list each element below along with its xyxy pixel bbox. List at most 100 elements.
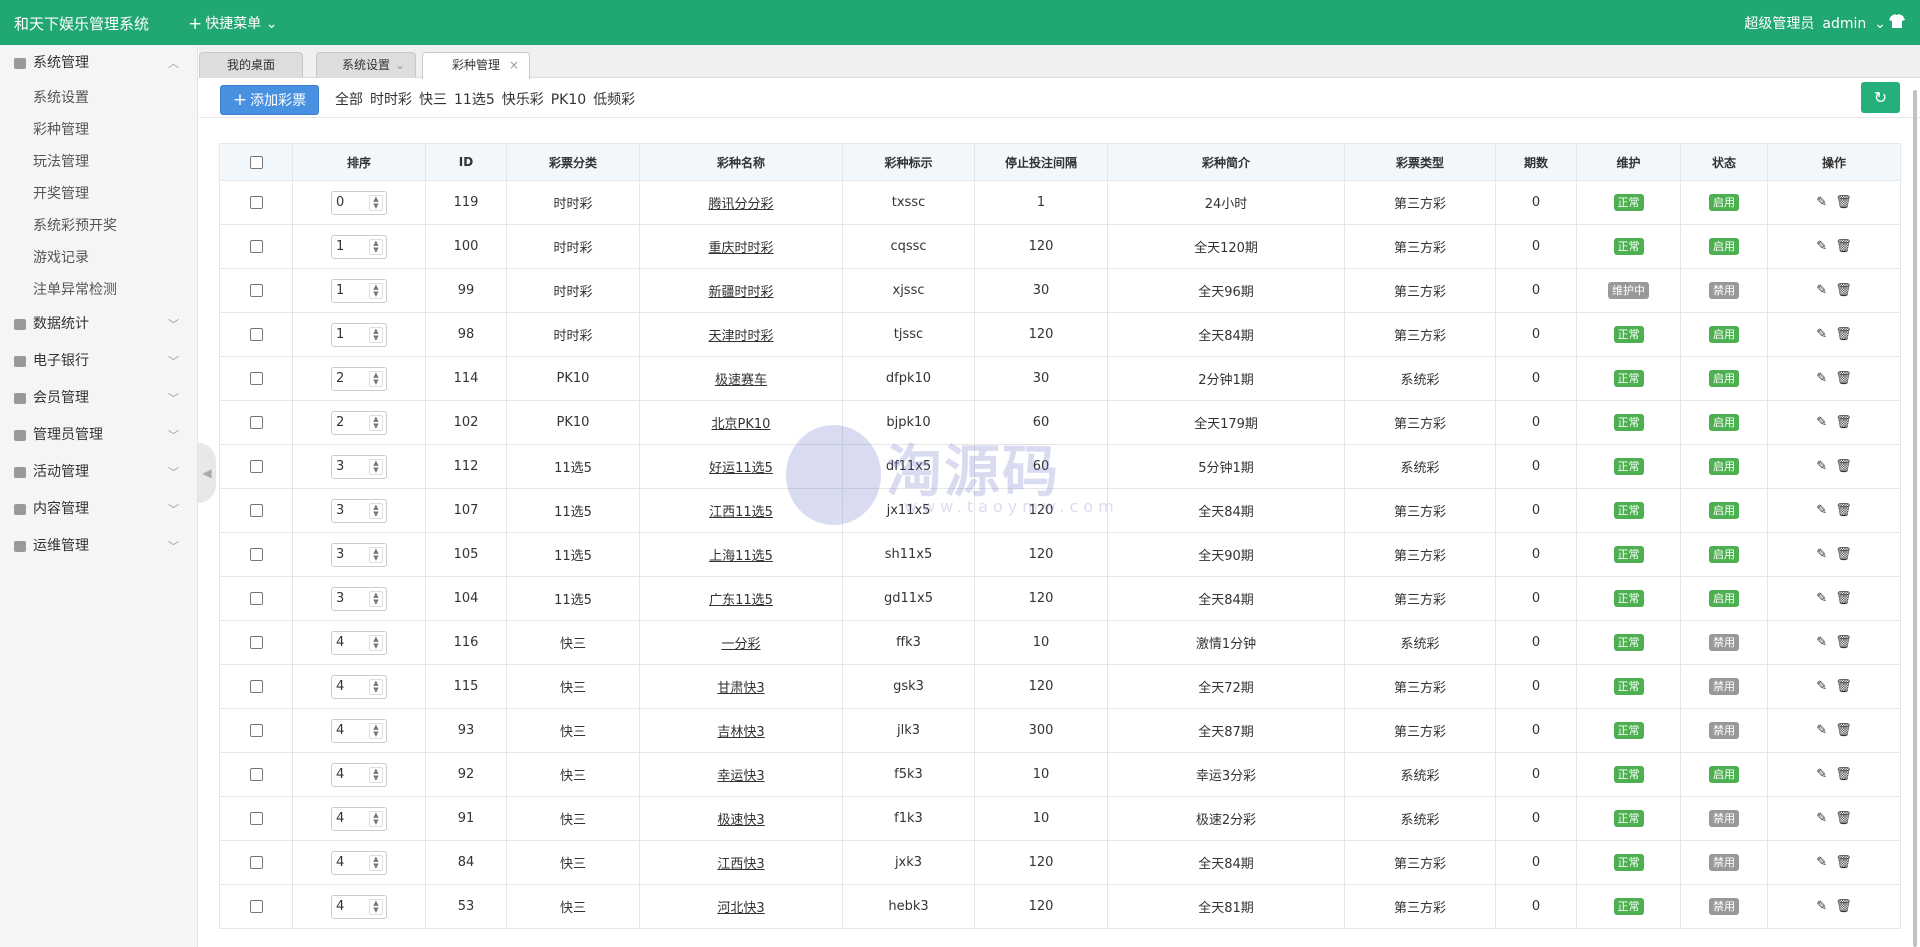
trash-icon[interactable]: 🗑 xyxy=(1835,723,1852,738)
refresh-button[interactable]: ↻ xyxy=(1861,82,1900,113)
stepper-arrows-icon[interactable]: ▲ ▼ xyxy=(369,854,383,871)
sort-stepper[interactable]: 4 ▲ ▼ xyxy=(331,850,387,875)
status-badge[interactable]: 启用 xyxy=(1709,546,1739,563)
filter-link[interactable]: 全部 xyxy=(335,92,363,108)
lottery-name-link[interactable]: 极速赛车 xyxy=(715,373,767,388)
maintenance-badge[interactable]: 正常 xyxy=(1613,370,1644,387)
trash-icon[interactable]: 🗑 xyxy=(1835,459,1852,474)
sidebar-group[interactable]: 会员管理 ﹀ xyxy=(0,380,197,417)
sort-stepper[interactable]: 4 ▲ ▼ xyxy=(331,894,387,919)
lottery-name-link[interactable]: 一分彩 xyxy=(721,637,760,652)
edit-icon[interactable]: ✎ xyxy=(1816,547,1827,562)
edit-icon[interactable]: ✎ xyxy=(1816,327,1827,342)
sidebar-item[interactable]: 彩种管理 xyxy=(0,114,197,146)
lottery-name-link[interactable]: 腾讯分分彩 xyxy=(708,197,773,212)
sort-stepper[interactable]: 4 ▲ ▼ xyxy=(331,806,387,831)
stepper-arrows-icon[interactable]: ▲ ▼ xyxy=(369,502,383,519)
maintenance-badge[interactable]: 正常 xyxy=(1613,326,1644,343)
sidebar-group[interactable]: 电子银行 ﹀ xyxy=(0,343,197,380)
edit-icon[interactable]: ✎ xyxy=(1816,195,1827,210)
sidebar-group[interactable]: 数据统计 ﹀ xyxy=(0,306,197,343)
sidebar-item[interactable]: 系统彩预开奖 xyxy=(0,210,197,242)
user-menu[interactable]: 超级管理员 admin ⌄ xyxy=(1736,13,1886,33)
scrollbar[interactable] xyxy=(1913,90,1917,947)
row-checkbox[interactable] xyxy=(249,724,263,737)
close-icon[interactable]: × xyxy=(509,53,519,78)
status-badge[interactable]: 启用 xyxy=(1709,414,1739,431)
skin-icon[interactable] xyxy=(1888,12,1906,30)
sidebar-item[interactable]: 系统设置 xyxy=(0,82,197,114)
tab-lottery-management[interactable]: 彩种管理 × xyxy=(422,52,530,79)
row-checkbox[interactable] xyxy=(249,680,263,693)
trash-icon[interactable]: 🗑 xyxy=(1835,327,1852,342)
edit-icon[interactable]: ✎ xyxy=(1816,459,1827,474)
sidebar-group[interactable]: 管理员管理 ﹀ xyxy=(0,417,197,454)
sort-stepper[interactable]: 3 ▲ ▼ xyxy=(331,542,387,567)
lottery-name-link[interactable]: 重庆时时彩 xyxy=(708,241,773,256)
sidebar-group[interactable]: 系统管理 ︿ xyxy=(0,45,197,82)
maintenance-badge[interactable]: 正常 xyxy=(1613,678,1644,695)
tab-system-settings[interactable]: 系统设置 ⌄ xyxy=(316,52,416,78)
status-badge[interactable]: 禁用 xyxy=(1709,282,1739,299)
status-badge[interactable]: 禁用 xyxy=(1709,678,1739,695)
sort-stepper[interactable]: 4 ▲ ▼ xyxy=(331,762,387,787)
status-badge[interactable]: 禁用 xyxy=(1709,810,1739,827)
trash-icon[interactable]: 🗑 xyxy=(1835,679,1852,694)
edit-icon[interactable]: ✎ xyxy=(1816,239,1827,254)
row-checkbox[interactable] xyxy=(249,900,263,913)
status-badge[interactable]: 启用 xyxy=(1709,326,1739,343)
row-checkbox[interactable] xyxy=(249,460,263,473)
trash-icon[interactable]: 🗑 xyxy=(1835,283,1852,298)
filter-link[interactable]: 11选5 xyxy=(454,92,495,108)
lottery-name-link[interactable]: 极速快3 xyxy=(717,813,764,828)
lottery-name-link[interactable]: 江西快3 xyxy=(717,857,764,872)
row-checkbox[interactable] xyxy=(249,592,263,605)
sidebar-item[interactable]: 注单异常检测 xyxy=(0,274,197,306)
edit-icon[interactable]: ✎ xyxy=(1816,371,1827,386)
maintenance-badge[interactable]: 正常 xyxy=(1613,766,1644,783)
status-badge[interactable]: 启用 xyxy=(1709,458,1739,475)
select-all-checkbox[interactable] xyxy=(249,156,263,169)
maintenance-badge[interactable]: 正常 xyxy=(1613,854,1644,871)
sort-stepper[interactable]: 3 ▲ ▼ xyxy=(331,454,387,479)
maintenance-badge[interactable]: 正常 xyxy=(1613,546,1644,563)
lottery-name-link[interactable]: 好运11选5 xyxy=(709,461,773,476)
edit-icon[interactable]: ✎ xyxy=(1816,415,1827,430)
sidebar-group[interactable]: 活动管理 ﹀ xyxy=(0,454,197,491)
row-checkbox[interactable] xyxy=(249,416,263,429)
maintenance-badge[interactable]: 正常 xyxy=(1613,414,1644,431)
status-badge[interactable]: 启用 xyxy=(1709,590,1739,607)
trash-icon[interactable]: 🗑 xyxy=(1835,415,1852,430)
lottery-name-link[interactable]: 吉林快3 xyxy=(717,725,764,740)
row-checkbox[interactable] xyxy=(249,240,263,253)
status-badge[interactable]: 禁用 xyxy=(1709,854,1739,871)
row-checkbox[interactable] xyxy=(249,812,263,825)
trash-icon[interactable]: 🗑 xyxy=(1835,855,1852,870)
maintenance-badge[interactable]: 维护中 xyxy=(1608,282,1649,299)
lottery-name-link[interactable]: 江西11选5 xyxy=(709,505,773,520)
sidebar-collapse-handle[interactable]: ◀ xyxy=(198,443,216,503)
sidebar-group[interactable]: 内容管理 ﹀ xyxy=(0,491,197,528)
maintenance-badge[interactable]: 正常 xyxy=(1613,634,1644,651)
stepper-arrows-icon[interactable]: ▲ ▼ xyxy=(369,194,383,211)
trash-icon[interactable]: 🗑 xyxy=(1835,547,1852,562)
row-checkbox[interactable] xyxy=(249,328,263,341)
sort-stepper[interactable]: 1 ▲ ▼ xyxy=(331,278,387,303)
maintenance-badge[interactable]: 正常 xyxy=(1613,722,1644,739)
stepper-arrows-icon[interactable]: ▲ ▼ xyxy=(369,898,383,915)
sidebar-item[interactable]: 开奖管理 xyxy=(0,178,197,210)
lottery-name-link[interactable]: 河北快3 xyxy=(717,901,764,916)
sidebar-item[interactable]: 玩法管理 xyxy=(0,146,197,178)
maintenance-badge[interactable]: 正常 xyxy=(1613,502,1644,519)
maintenance-badge[interactable]: 正常 xyxy=(1613,194,1644,211)
edit-icon[interactable]: ✎ xyxy=(1816,679,1827,694)
quick-menu-button[interactable]: + 快捷菜单 ⌄ xyxy=(188,13,277,34)
stepper-arrows-icon[interactable]: ▲ ▼ xyxy=(369,590,383,607)
edit-icon[interactable]: ✎ xyxy=(1816,855,1827,870)
maintenance-badge[interactable]: 正常 xyxy=(1613,458,1644,475)
sort-stepper[interactable]: 1 ▲ ▼ xyxy=(331,234,387,259)
sort-stepper[interactable]: 4 ▲ ▼ xyxy=(331,630,387,655)
trash-icon[interactable]: 🗑 xyxy=(1835,635,1852,650)
stepper-arrows-icon[interactable]: ▲ ▼ xyxy=(369,678,383,695)
row-checkbox[interactable] xyxy=(249,636,263,649)
